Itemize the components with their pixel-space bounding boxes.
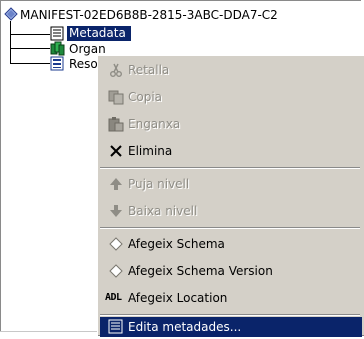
tree-connector	[10, 34, 50, 35]
menu-item-edit-metadata[interactable]: Edita metadades...	[100, 317, 362, 337]
tree-root-label[interactable]: MANIFEST-02ED6B8B-2815-3ABC-DDA7-C2	[20, 8, 278, 22]
menu-item-copy[interactable]: Copia	[100, 84, 362, 111]
copy-icon	[108, 90, 124, 105]
menu-item-add-schema-version-label: Afegeix Schema Version	[128, 264, 273, 278]
organizations-icon	[50, 41, 65, 56]
menu-item-move-up-label: Puja nivell	[128, 177, 190, 191]
delete-x-icon	[110, 145, 122, 157]
menu-item-add-schema-version[interactable]: Afegeix Schema Version	[100, 258, 362, 285]
menu-item-paste[interactable]: Enganxa	[100, 111, 362, 138]
metadata-icon	[50, 26, 64, 41]
menu-item-delete[interactable]: Elimina	[100, 138, 362, 165]
menu-item-paste-label: Enganxa	[128, 117, 181, 131]
resources-icon	[50, 56, 64, 71]
tree-connector	[10, 48, 50, 49]
diamond-icon	[109, 264, 123, 278]
scissors-icon	[110, 63, 122, 77]
menu-item-move-up[interactable]: Puja nivell	[100, 171, 362, 198]
menu-separator	[100, 314, 360, 316]
menu-item-cut-label: Retalla	[128, 63, 170, 77]
menu-item-move-down-label: Baixa nivell	[128, 204, 198, 218]
menu-item-add-location-label: Afegeix Location	[128, 291, 228, 305]
menu-item-add-schema[interactable]: Afegeix Schema	[100, 231, 362, 258]
manifest-icon	[4, 7, 18, 21]
context-menu: Retalla Copia Enganxa Elimina Puja nivel…	[97, 55, 364, 337]
menu-separator	[100, 167, 360, 169]
menu-item-delete-label: Elimina	[128, 144, 173, 158]
adl-icon: ADL	[105, 292, 122, 303]
menu-item-copy-label: Copia	[128, 90, 163, 104]
tree-item-organizations[interactable]: Organ	[69, 42, 106, 56]
paste-icon	[108, 117, 124, 132]
menu-separator	[100, 227, 360, 229]
menu-item-add-schema-label: Afegeix Schema	[128, 237, 225, 251]
menu-item-move-down[interactable]: Baixa nivell	[100, 198, 362, 225]
metadata-icon	[108, 319, 123, 334]
tree-item-metadata[interactable]: Metadata	[67, 26, 131, 41]
tree-connector	[10, 63, 50, 64]
diamond-icon	[109, 237, 123, 251]
arrow-up-icon	[110, 178, 122, 190]
menu-item-edit-metadata-label: Edita metadades...	[128, 320, 242, 334]
menu-item-cut[interactable]: Retalla	[100, 57, 362, 84]
menu-item-add-location[interactable]: ADL Afegeix Location	[100, 285, 362, 312]
tree-connector	[10, 21, 11, 64]
arrow-down-icon	[110, 205, 122, 217]
